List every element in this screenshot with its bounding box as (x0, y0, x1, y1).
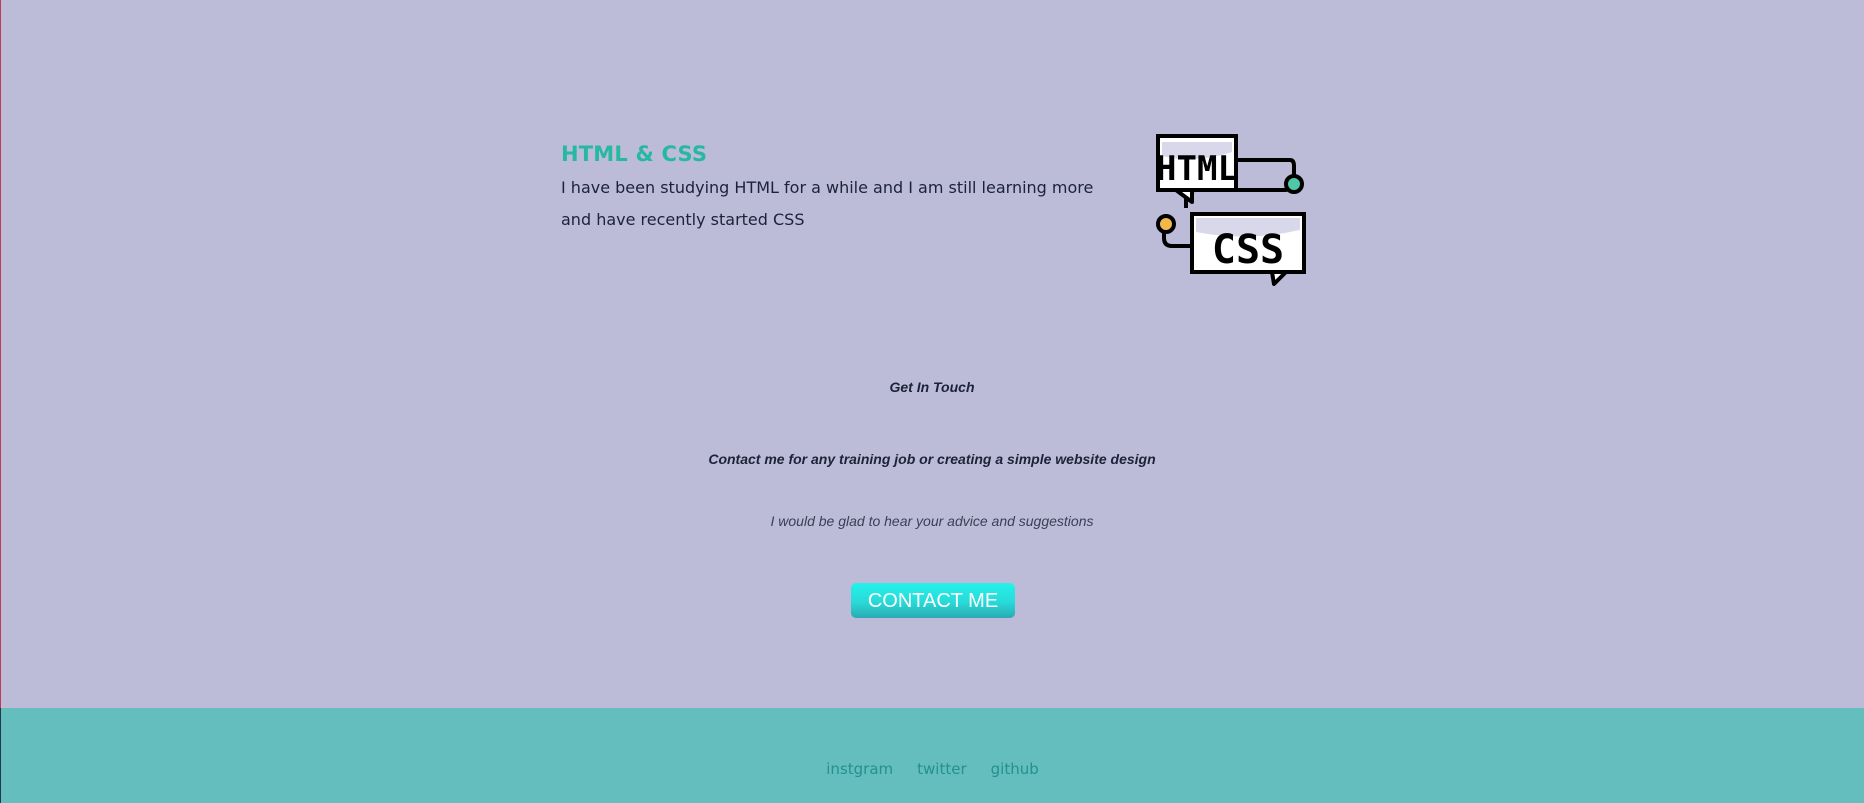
footer-link-instagram[interactable]: instgram (826, 760, 893, 778)
contact-subheading: Contact me for any training job or creat… (708, 451, 1156, 467)
contact-note: I would be glad to hear your advice and … (770, 513, 1094, 529)
footer: instgram twitter github (0, 708, 1864, 803)
css-label: CSS (1212, 227, 1284, 273)
html-label: HTML (1156, 149, 1238, 189)
page-edge (0, 0, 1, 708)
html-css-icon: HTML CSS (1156, 134, 1306, 286)
footer-link-twitter[interactable]: twitter (917, 760, 966, 778)
skill-section: HTML & CSS I have been studying HTML for… (561, 142, 1101, 236)
skill-title: HTML & CSS (561, 142, 708, 166)
contact-heading: Get In Touch (889, 379, 975, 395)
contact-me-button[interactable]: CONTACT ME (851, 583, 1015, 618)
footer-links: instgram twitter github (1, 760, 1864, 778)
skill-description: I have been studying HTML for a while an… (561, 178, 1094, 229)
footer-link-github[interactable]: github (991, 760, 1039, 778)
